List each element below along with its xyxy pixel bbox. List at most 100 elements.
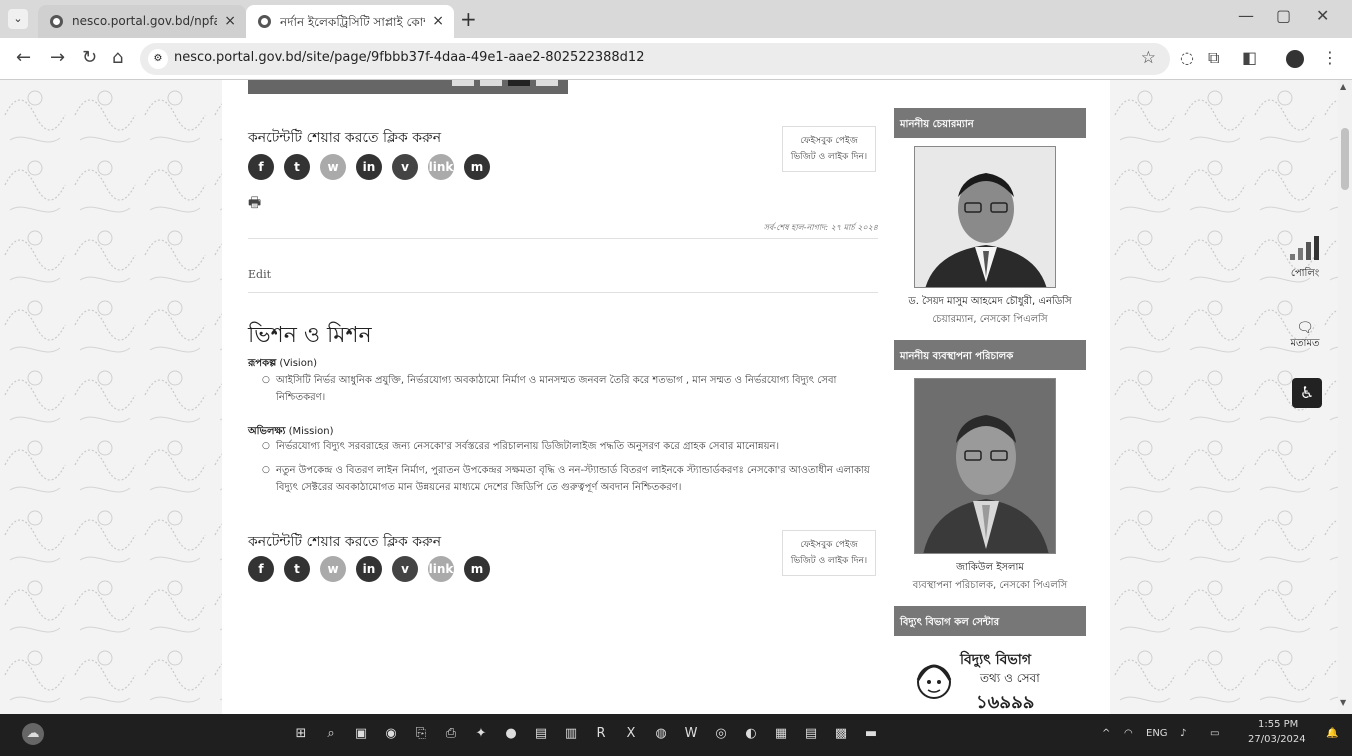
app-icon[interactable]: ✦ [470, 723, 492, 745]
whatsapp-share-button[interactable]: w [320, 154, 346, 180]
scrollbar-thumb[interactable] [1341, 128, 1349, 190]
call-center-banner[interactable]: বিদ্যুৎ বিভাগ তথ্য ও সেবা ১৬৯৯৯ [914, 648, 1064, 714]
call-center-title: বিদ্যুৎ বিভাগ [960, 652, 1032, 668]
home-button[interactable]: ⌂ [112, 47, 123, 68]
facebook-page-box[interactable]: ফেইসবুক পেইজ ভিজিট ও লাইক দিন। [782, 126, 876, 172]
close-tab-icon[interactable]: × [432, 13, 444, 29]
polling-widget[interactable]: পোলিং [1282, 236, 1328, 283]
reload-button[interactable]: ↻ [82, 47, 97, 68]
windows-taskbar: ☁ ⊞ ⌕ ▣ ◉ ⎘ ⎙ ✦ ● ▤ ▥ R X ◍ W ◎ ◐ ▦ ▤ ▩ … [0, 714, 1352, 756]
new-tab-button[interactable]: + [460, 7, 477, 31]
calculator-icon[interactable]: ▩ [830, 723, 852, 745]
zoom-icon[interactable]: ● [500, 723, 522, 745]
twitter-share-button[interactable]: t [284, 154, 310, 180]
copy-link-button[interactable]: link [428, 556, 454, 582]
notification-icon[interactable]: 🔔 [1326, 728, 1338, 739]
tab-npfadmin[interactable]: nesco.portal.gov.bd/npfadmin/ × [38, 5, 246, 38]
call-center-subtitle: তথ্য ও সেবা [980, 671, 1040, 685]
task-view-icon[interactable]: ▣ [350, 723, 372, 745]
network-icon[interactable]: ◠ [1124, 728, 1133, 739]
divider [248, 238, 878, 239]
bookmark-star-icon[interactable]: ☆ [1141, 48, 1156, 68]
messenger-share-button[interactable]: m [464, 154, 490, 180]
linkedin-share-button[interactable]: in [356, 154, 382, 180]
extension-icon[interactable]: ◌ [1180, 48, 1194, 67]
vertical-scrollbar[interactable]: ▲ ▼ [1338, 80, 1352, 714]
mission-label: অভিলক্ষ্য [248, 426, 286, 437]
app-icon[interactable]: ▤ [530, 723, 552, 745]
chairman-name: ড. সৈয়দ মাসুম আহমেদ চৌধুরী, এনডিসি [908, 296, 1072, 307]
print-icon[interactable]: 🖶 [248, 192, 266, 211]
facebook-page-box[interactable]: ফেইসবুক পেইজ ভিজিট ও লাইক দিন। [782, 530, 876, 576]
tab-title: nesco.portal.gov.bd/npfadmin/ [72, 14, 217, 28]
social-share-bar: f t w in v link m [248, 154, 490, 180]
chairman-heading: মাননীয় চেয়ারম্যান [894, 108, 1086, 138]
page-title: ভিশন ও মিশন [248, 323, 372, 348]
copy-link-button[interactable]: link [428, 154, 454, 180]
forward-button[interactable]: → [50, 47, 65, 68]
facebook-share-button[interactable]: f [248, 556, 274, 582]
tray-chevron-icon[interactable]: ^ [1102, 728, 1110, 739]
clock-time[interactable]: 1:55 PM [1258, 719, 1298, 730]
last-update: সর্ব-শেষ হাল-নাগাদ: ২৭ মার্চ ২০২৪ [763, 223, 878, 232]
linkedin-share-button[interactable]: in [356, 556, 382, 582]
menu-kebab-icon[interactable]: ⋮ [1322, 48, 1338, 67]
chairman-photo [915, 147, 1055, 287]
bar-chart-icon [1290, 236, 1319, 260]
twitter-share-button[interactable]: t [284, 556, 310, 582]
whatsapp-share-button[interactable]: w [320, 556, 346, 582]
clock-date[interactable]: 27/03/2024 [1248, 734, 1306, 745]
word-icon[interactable]: W [680, 723, 702, 745]
start-icon[interactable]: ⊞ [290, 723, 312, 745]
app-icon[interactable]: ◐ [740, 723, 762, 745]
language-indicator[interactable]: ENG [1146, 728, 1168, 739]
notepad-icon[interactable]: ▤ [800, 723, 822, 745]
tab-search-button[interactable]: ⌄ [8, 9, 28, 29]
image-strip [248, 80, 568, 94]
address-bar[interactable]: ⚙ nesco.portal.gov.bd/site/page/9fbbb37f… [140, 43, 1170, 75]
chairman-portrait [914, 146, 1056, 288]
site-favicon-icon [258, 15, 271, 28]
edit-link[interactable]: Edit [248, 268, 271, 281]
profile-avatar[interactable] [1286, 50, 1304, 68]
messenger-share-button[interactable]: m [464, 556, 490, 582]
opinion-widget[interactable]: 🗨 মতামত [1282, 320, 1328, 353]
chat-icon[interactable]: ◉ [380, 723, 402, 745]
vision-item: ○ আইসিটি নির্ভর আধুনিক প্রযুক্তি, নির্ভর… [248, 372, 888, 406]
excel-icon[interactable]: X [620, 723, 642, 745]
site-favicon-icon [50, 15, 63, 28]
site-info-icon[interactable]: ⚙ [148, 49, 168, 69]
close-tab-icon[interactable]: × [224, 13, 236, 29]
scroll-down-icon[interactable]: ▼ [1340, 698, 1346, 707]
app-icon[interactable]: ▬ [860, 723, 882, 745]
scroll-up-icon[interactable]: ▲ [1340, 82, 1346, 91]
md-heading: মাননীয় ব্যবস্থাপনা পরিচালক [894, 340, 1086, 370]
chrome-icon[interactable]: ◍ [650, 723, 672, 745]
app-icon[interactable]: ⎙ [440, 723, 462, 745]
app-icon[interactable]: ▦ [770, 723, 792, 745]
viber-share-button[interactable]: v [392, 556, 418, 582]
call-center-heading: বিদ্যুৎ বিভাগ কল সেন্টার [894, 606, 1086, 636]
search-icon[interactable]: ⌕ [320, 723, 342, 745]
restore-button[interactable]: ▢ [1276, 6, 1291, 25]
minimize-button[interactable]: — [1238, 6, 1254, 25]
tab-title: নর্দান ইলেকট্রিসিটি সাপ্লাই কোম্প [280, 15, 425, 29]
battery-icon[interactable]: ▭ [1210, 728, 1219, 739]
weather-icon[interactable]: ☁ [22, 723, 44, 745]
tab-nesco-active[interactable]: নর্দান ইলেকট্রিসিটি সাপ্লাই কোম্প × [246, 5, 454, 38]
viber-share-button[interactable]: v [392, 154, 418, 180]
strip-tile [480, 80, 502, 86]
share-title: কনটেন্টটি শেয়ার করতে ক্লিক করুন [248, 534, 442, 550]
app-icon[interactable]: R [590, 723, 612, 745]
side-panel-icon[interactable]: ◧ [1242, 48, 1257, 67]
app-icon[interactable]: ⎘ [410, 723, 432, 745]
md-photo [915, 379, 1055, 553]
back-button[interactable]: ← [16, 47, 31, 68]
app-icon[interactable]: ◎ [710, 723, 732, 745]
volume-icon[interactable]: ♪ [1180, 728, 1186, 739]
facebook-share-button[interactable]: f [248, 154, 274, 180]
close-window-button[interactable]: ✕ [1316, 6, 1329, 25]
accessibility-button[interactable]: ♿ [1292, 378, 1322, 408]
extensions-puzzle-icon[interactable]: ⧉ [1208, 48, 1219, 68]
app-icon[interactable]: ▥ [560, 723, 582, 745]
